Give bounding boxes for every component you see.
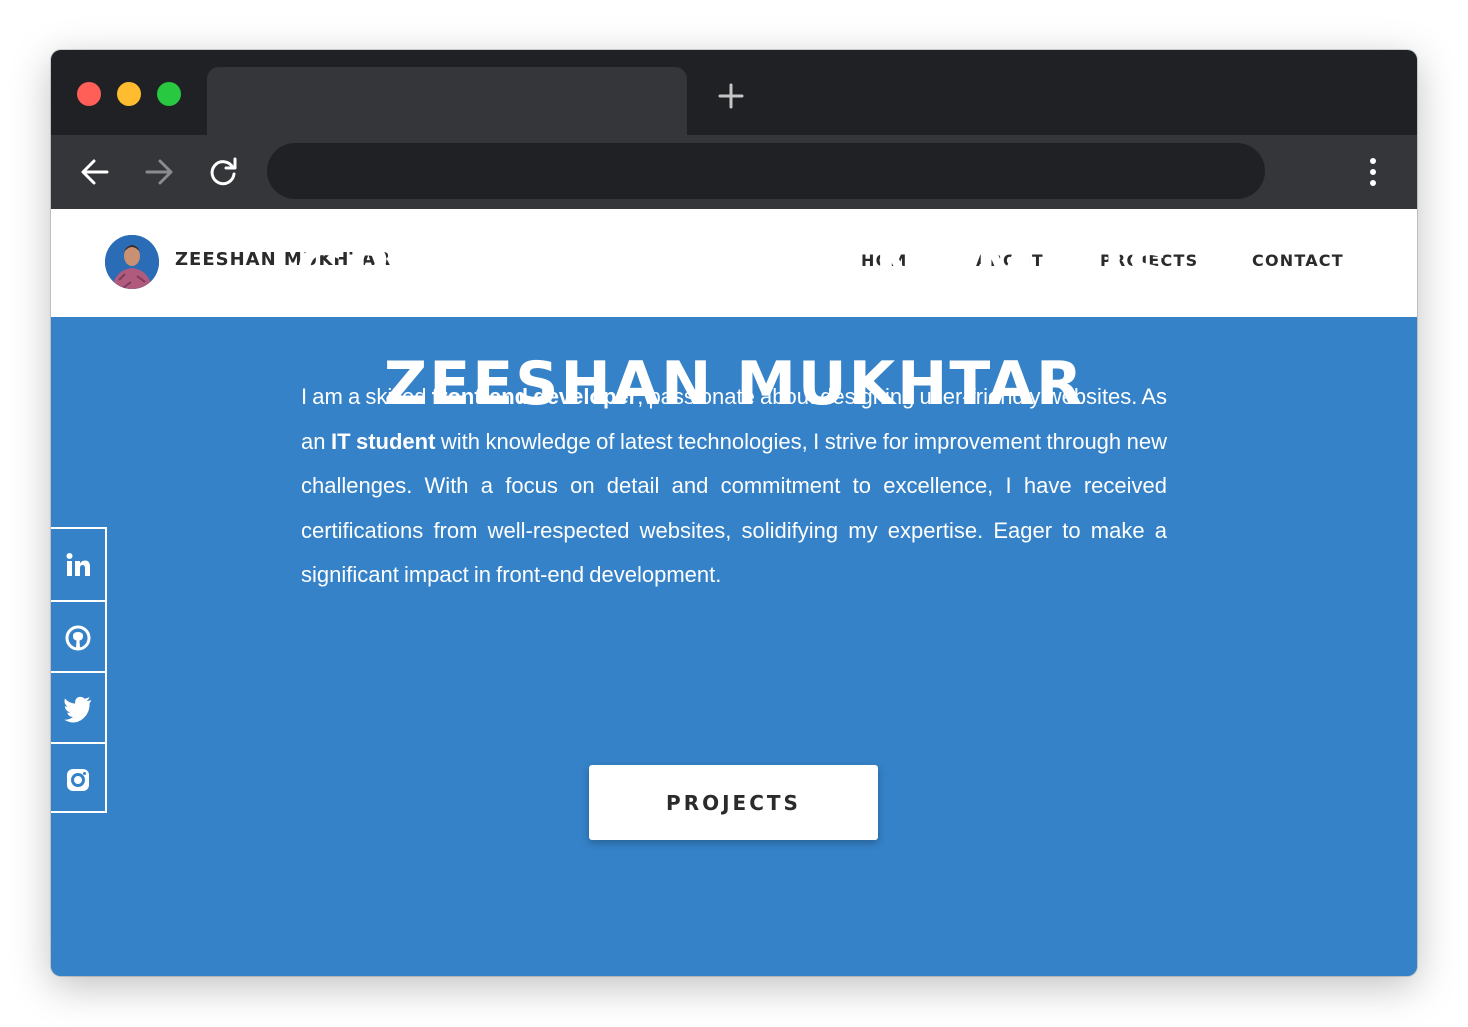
social-links-bar — [51, 527, 107, 813]
arrow-left-icon — [81, 159, 109, 185]
arrow-right-icon — [145, 159, 173, 185]
browser-titlebar — [51, 50, 1417, 135]
intro-text-1: I am a skilled — [301, 384, 432, 409]
twitter-icon — [64, 696, 91, 722]
reload-icon — [210, 157, 237, 186]
browser-tab[interactable] — [207, 67, 687, 135]
linkedin-icon — [66, 552, 90, 576]
address-bar[interactable] — [267, 143, 1265, 199]
social-linkedin[interactable] — [51, 529, 105, 600]
minimize-window-button[interactable] — [117, 82, 141, 106]
hero-heading-line-1: GREETINGS, MY NAME IS — [295, 236, 1173, 306]
close-window-button[interactable] — [77, 82, 101, 106]
browser-toolbar — [51, 135, 1417, 209]
browser-window: ZEESHAN MUKHTAR HOME ABOUT PROJECTS CONT… — [51, 50, 1417, 976]
browser-menu-button[interactable] — [1357, 154, 1389, 190]
reload-button[interactable] — [205, 154, 241, 190]
back-button[interactable] — [77, 154, 113, 190]
forward-button[interactable] — [141, 154, 177, 190]
maximize-window-button[interactable] — [157, 82, 181, 106]
plus-icon — [718, 83, 744, 109]
instagram-icon — [67, 768, 89, 791]
web-page: ZEESHAN MUKHTAR HOME ABOUT PROJECTS CONT… — [51, 209, 1417, 976]
projects-cta-button[interactable]: PROJECTS — [589, 765, 878, 840]
social-instagram[interactable] — [51, 742, 105, 815]
intro-emphasis-role: front-end developer — [431, 384, 638, 409]
social-twitter[interactable] — [51, 671, 105, 744]
social-github[interactable] — [51, 600, 105, 673]
kebab-menu-icon — [1370, 158, 1376, 186]
github-icon — [65, 625, 91, 650]
intro-emphasis-student: IT student — [330, 428, 436, 454]
new-tab-button[interactable] — [715, 80, 747, 112]
hero-intro-paragraph: I am a skilled front-end developer, pass… — [301, 375, 1167, 598]
